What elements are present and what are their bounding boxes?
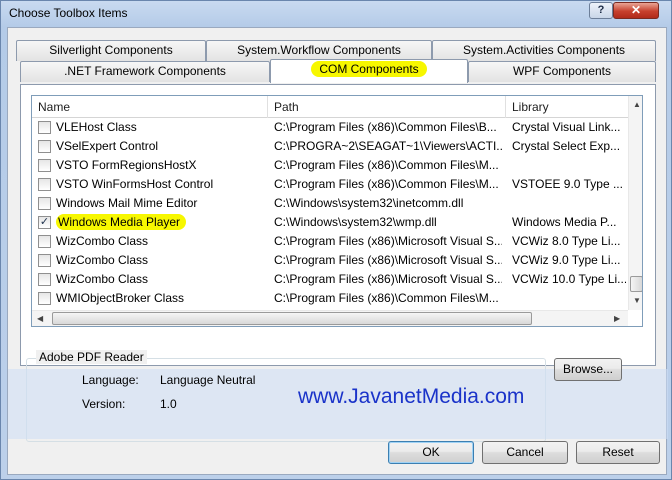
dialog-window: Choose Toolbox Items ? ✕ Silverlight Com… xyxy=(0,0,672,480)
list-item[interactable]: WMIObjectBroker Class C:\Program Files (… xyxy=(32,289,628,308)
row-name: Windows Media Player xyxy=(56,213,266,232)
row-library: VCWiz 9.0 Type Li... xyxy=(512,253,621,267)
tab-label: System.Activities Components xyxy=(462,43,626,57)
tab-label: System.Workflow Components xyxy=(237,43,401,57)
tab-panel: Name Path Library VLEHost Class C:\Progr… xyxy=(20,84,656,366)
row-library xyxy=(512,289,626,308)
row-path: C:\Program Files (x86)\Microsoft Visual … xyxy=(274,253,502,267)
row-path: C:\Program Files (x86)\Common Files\M... xyxy=(274,177,499,191)
tab-system-workflow-components[interactable]: System.Workflow Components xyxy=(206,40,432,61)
scroll-left-arrow-icon[interactable]: ◀ xyxy=(37,314,43,323)
list-item[interactable]: WizCombo Class C:\Program Files (x86)\Mi… xyxy=(32,251,628,270)
list-item[interactable]: Windows Mail Mime Editor C:\Windows\syst… xyxy=(32,194,628,213)
window-title: Choose Toolbox Items xyxy=(9,6,128,20)
tab-label: COM Components xyxy=(311,61,427,77)
tab-wpf-components[interactable]: WPF Components xyxy=(468,61,656,82)
column-header-library[interactable]: Library xyxy=(506,96,628,118)
selected-component-title: Adobe PDF Reader xyxy=(36,350,147,364)
row-name: WizCombo Class xyxy=(56,234,149,248)
row-library: Windows Media P... xyxy=(512,215,617,229)
row-name: WMIObjectBroker Class xyxy=(56,291,185,305)
row-checkbox[interactable] xyxy=(38,254,51,267)
version-label: Version: xyxy=(82,397,126,411)
language-value: Language Neutral xyxy=(160,373,256,387)
horizontal-scrollbar[interactable]: ◀ ▶ xyxy=(32,310,628,326)
row-name: Windows Mail Mime Editor xyxy=(56,196,198,210)
row-library xyxy=(512,156,626,175)
row-name: VLEHost Class xyxy=(56,120,137,134)
row-path: C:\Program Files (x86)\Common Files\B... xyxy=(274,120,497,134)
row-path: C:\Windows\system32\wmp.dll xyxy=(274,215,437,229)
row-checkbox[interactable] xyxy=(38,178,51,191)
component-list: Name Path Library VLEHost Class C:\Progr… xyxy=(31,95,643,327)
tab-label: .NET Framework Components xyxy=(64,64,226,78)
row-name: WizCombo Class xyxy=(56,253,149,267)
language-label: Language: xyxy=(82,373,139,387)
row-library: VCWiz 10.0 Type Li... xyxy=(512,272,626,286)
row-path: C:\Program Files (x86)\Common Files\M... xyxy=(274,291,499,305)
row-library: Crystal Select Exp... xyxy=(512,139,621,153)
scroll-down-arrow-icon[interactable]: ▼ xyxy=(633,296,641,305)
row-library: VCWiz 8.0 Type Li... xyxy=(512,234,621,248)
tab-label: Silverlight Components xyxy=(49,43,173,57)
tab-net-framework-components[interactable]: .NET Framework Components xyxy=(20,61,270,82)
close-button[interactable]: ✕ xyxy=(613,2,659,19)
row-name-highlight: Windows Media Player xyxy=(56,214,187,230)
list-header: Name Path Library xyxy=(32,96,628,118)
row-path: C:\Windows\system32\inetcomm.dll xyxy=(274,196,464,210)
row-path: C:\Program Files (x86)\Common Files\M... xyxy=(274,158,499,172)
tab-system-activities-components[interactable]: System.Activities Components xyxy=(432,40,656,61)
row-checkbox[interactable] xyxy=(38,235,51,248)
tab-silverlight-components[interactable]: Silverlight Components xyxy=(16,40,206,61)
ok-button[interactable]: OK xyxy=(388,441,474,464)
column-header-name[interactable]: Name xyxy=(32,96,268,118)
row-checkbox[interactable] xyxy=(38,292,51,305)
row-path: C:\PROGRA~2\SEAGAT~1\Viewers\ACTI... xyxy=(274,139,502,153)
list-item[interactable]: VSTO FormRegionsHostX C:\Program Files (… xyxy=(32,156,628,175)
list-item[interactable]: VLEHost Class C:\Program Files (x86)\Com… xyxy=(32,118,628,137)
list-item[interactable]: VSelExpert Control C:\PROGRA~2\SEAGAT~1\… xyxy=(32,137,628,156)
row-path: C:\Program Files (x86)\Microsoft Visual … xyxy=(274,272,502,286)
row-checkbox[interactable] xyxy=(38,140,51,153)
title-bar: Choose Toolbox Items ? ✕ xyxy=(1,1,671,27)
dialog-client: Silverlight Components System.Workflow C… xyxy=(7,27,668,475)
watermark-text: www.JavanetMedia.com xyxy=(298,385,525,408)
vertical-scrollbar[interactable]: ▲ ▼ xyxy=(628,96,642,310)
list-item[interactable]: WizCombo Class C:\Program Files (x86)\Mi… xyxy=(32,232,628,251)
row-name: WizCombo Class xyxy=(56,272,149,286)
list-item[interactable]: WizCombo Class C:\Program Files (x86)\Mi… xyxy=(32,270,628,289)
row-path: C:\Program Files (x86)\Microsoft Visual … xyxy=(274,234,502,248)
row-name: VSTO FormRegionsHostX xyxy=(56,158,197,172)
reset-button[interactable]: Reset xyxy=(576,441,660,464)
row-checkbox-checked[interactable]: ✓ xyxy=(38,216,51,229)
tab-com-components[interactable]: COM Components xyxy=(270,59,468,83)
row-checkbox[interactable] xyxy=(38,159,51,172)
row-library xyxy=(512,194,626,213)
help-button[interactable]: ? xyxy=(589,2,613,19)
scroll-right-arrow-icon[interactable]: ▶ xyxy=(614,314,620,323)
cancel-button[interactable]: Cancel xyxy=(482,441,568,464)
tab-label: WPF Components xyxy=(512,64,612,78)
list-item-selected[interactable]: ✓ Windows Media Player C:\Windows\system… xyxy=(32,213,628,232)
horizontal-scroll-thumb[interactable] xyxy=(52,312,532,325)
column-header-path[interactable]: Path xyxy=(268,96,506,118)
row-library: VSTOEE 9.0 Type ... xyxy=(512,177,623,191)
version-value: 1.0 xyxy=(160,397,177,411)
list-item[interactable]: VSTO WinFormsHost Control C:\Program Fil… xyxy=(32,175,628,194)
row-checkbox[interactable] xyxy=(38,121,51,134)
row-library: Crystal Visual Link... xyxy=(512,120,621,134)
row-name: VSTO WinFormsHost Control xyxy=(56,177,214,191)
row-checkbox[interactable] xyxy=(38,273,51,286)
scroll-up-arrow-icon[interactable]: ▲ xyxy=(633,100,641,109)
row-checkbox[interactable] xyxy=(38,197,51,210)
browse-button[interactable]: Browse... xyxy=(554,358,622,381)
row-name: VSelExpert Control xyxy=(56,139,159,153)
vertical-scroll-thumb[interactable] xyxy=(630,276,642,292)
